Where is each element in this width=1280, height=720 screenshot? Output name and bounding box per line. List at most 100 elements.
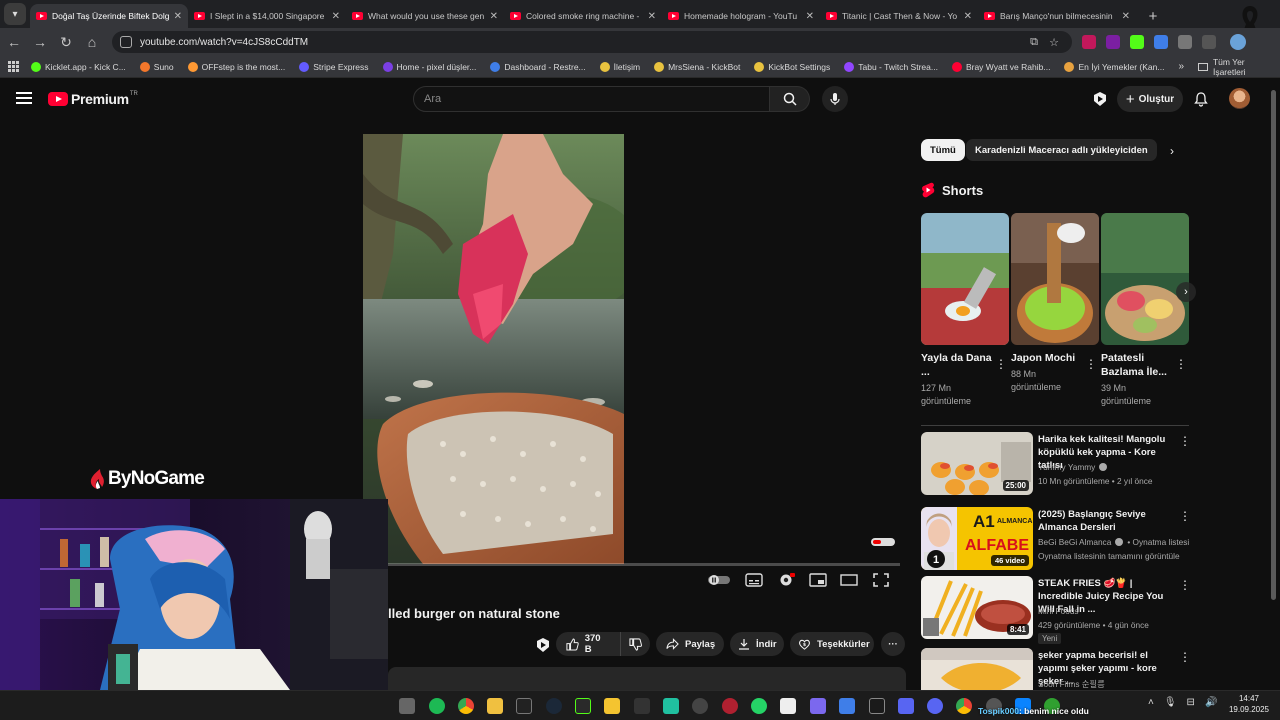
app-icon[interactable] <box>722 698 738 714</box>
bookmark-item[interactable]: Kicklet.app - Kick C... <box>31 61 126 72</box>
reload-icon[interactable]: ↻ <box>54 30 78 54</box>
all-bookmarks-folder[interactable]: Tüm Yer İşaretleri <box>1198 57 1272 77</box>
extension-icon[interactable] <box>1106 35 1120 49</box>
extension-icon[interactable] <box>1130 35 1144 49</box>
premium-badge-icon[interactable] <box>1092 91 1108 107</box>
channel-name[interactable]: Yummy Yammy <box>1038 462 1108 472</box>
app-icon[interactable] <box>839 698 855 714</box>
like-button[interactable]: 370 B <box>556 632 621 656</box>
short-card[interactable]: Patatesli Bazlama İle... 39 Mn görüntüle… <box>1101 213 1189 408</box>
chevron-right-icon[interactable]: › <box>1163 142 1181 160</box>
short-title[interactable]: Japon Mochi <box>1011 351 1083 365</box>
site-info-icon[interactable] <box>120 36 132 48</box>
notifications-bell-icon[interactable] <box>1193 91 1209 107</box>
page-scrollbar[interactable] <box>1271 90 1276 600</box>
video-thumbnail[interactable] <box>921 648 1033 690</box>
file-explorer-icon[interactable] <box>399 698 415 714</box>
view-full-playlist-link[interactable]: Oynatma listesinin tamamını görüntüle <box>1038 551 1180 561</box>
settings-gear-icon[interactable] <box>777 572 795 588</box>
app-icon[interactable] <box>810 698 826 714</box>
taskbar-clock[interactable]: 14:47 19.09.2025 <box>1226 693 1272 715</box>
short-card[interactable]: Japon Mochi 88 Mn görüntüleme ⋮ <box>1011 213 1099 394</box>
tab-close-icon[interactable]: ✕ <box>174 11 182 22</box>
bookmark-item[interactable]: Stripe Express <box>299 61 369 72</box>
recommended-video[interactable]: şeker yapma becerisi! el yapımı şeker ya… <box>921 648 1189 690</box>
video-progress-bar[interactable] <box>388 563 900 566</box>
tab-close-icon[interactable]: ✕ <box>964 11 972 22</box>
tab-search-button[interactable]: ▾ <box>4 3 26 25</box>
account-avatar[interactable] <box>1229 88 1250 109</box>
kebab-menu-icon[interactable]: ⋮ <box>1179 578 1191 592</box>
tab-close-icon[interactable]: ✕ <box>806 11 814 22</box>
home-icon[interactable]: ⌂ <box>80 30 104 54</box>
channel-name[interactable]: BeGi BeGi Almanca • Oynatma listesi <box>1038 537 1189 547</box>
bookmark-item[interactable]: En İyi Yemekler (Kan... <box>1064 61 1164 72</box>
search-button[interactable] <box>770 86 810 112</box>
app-icon[interactable] <box>634 698 650 714</box>
bookmark-item[interactable]: KickBot Settings <box>754 61 830 72</box>
voice-search-button[interactable] <box>822 86 848 112</box>
app-icon[interactable] <box>869 698 885 714</box>
bookmark-star-icon[interactable]: ☆ <box>1044 36 1064 49</box>
bookmark-item[interactable]: OFFstep is the most... <box>187 61 285 72</box>
theater-mode-icon[interactable] <box>840 572 858 588</box>
microphone-icon[interactable]: 🎙 <box>1164 697 1177 708</box>
folder-icon[interactable] <box>487 698 503 714</box>
kick-icon[interactable] <box>575 698 591 714</box>
recommended-playlist[interactable]: A1 ALMANCA ALFABE 1 46 video (2025) Başl… <box>921 507 1191 571</box>
autoplay-toggle-icon[interactable] <box>707 572 731 588</box>
tab-1[interactable]: I Slept in a $14,000 Singapore ✕ <box>188 4 346 28</box>
forward-arrow-icon[interactable]: → <box>28 30 52 54</box>
subtitles-icon[interactable] <box>745 572 763 588</box>
channel-name[interactable]: Soon Films 순필름 <box>1038 678 1105 690</box>
recommended-video[interactable]: 8:41 STEAK FRIES 🥩🍟 | Incredible Juicy R… <box>921 576 1191 644</box>
short-card[interactable]: Yayla da Dana ... 127 Mn görüntüleme ⋮ <box>921 213 1009 408</box>
tab-2[interactable]: What would you use these gen ✕ <box>346 4 504 28</box>
steam-icon[interactable] <box>546 698 562 714</box>
description-box[interactable] <box>388 667 906 691</box>
kebab-menu-icon[interactable]: ⋮ <box>995 357 1007 371</box>
network-icon[interactable]: ⊟ <box>1187 697 1195 708</box>
tab-0[interactable]: Doğal Taş Üzerinde Biftek Dolg ✕ <box>30 4 188 28</box>
app-icon[interactable] <box>604 698 620 714</box>
short-thumbnail[interactable] <box>1101 213 1189 345</box>
search-input[interactable]: Ara <box>413 86 770 112</box>
filter-chip-all[interactable]: Tümü <box>921 139 965 161</box>
hamburger-menu-icon[interactable] <box>16 92 32 104</box>
obs-icon[interactable] <box>692 698 708 714</box>
discord-icon[interactable] <box>927 698 943 714</box>
extension-icon[interactable] <box>1082 35 1096 49</box>
thanks-button[interactable]: $ Teşekkürler <box>790 632 874 656</box>
kebab-menu-icon[interactable]: ⋮ <box>1175 357 1187 371</box>
tab-3[interactable]: Colored smoke ring machine - ✕ <box>504 4 662 28</box>
shorts-next-arrow-icon[interactable]: › <box>1176 282 1196 302</box>
bookmarks-overflow-button[interactable]: » <box>1178 61 1184 72</box>
kebab-menu-icon[interactable]: ⋮ <box>1179 509 1191 523</box>
kebab-menu-icon[interactable]: ⋮ <box>1085 357 1097 371</box>
bookmark-item[interactable]: Bray Wyatt ve Rahib... <box>951 61 1050 72</box>
bookmark-item[interactable]: Suno <box>139 61 174 72</box>
reading-list-icon[interactable] <box>1202 35 1216 49</box>
share-button[interactable]: Paylaş <box>656 632 724 656</box>
short-thumbnail[interactable] <box>1011 213 1099 345</box>
chrome-icon[interactable] <box>458 698 474 714</box>
dislike-button[interactable] <box>621 632 650 656</box>
create-button[interactable]: + Oluştur <box>1117 86 1183 112</box>
bookmark-item[interactable]: İletişim <box>599 61 640 72</box>
bookmark-item[interactable]: Dashboard - Restre... <box>490 61 586 72</box>
bookmark-item[interactable]: Home - pixel düşler... <box>382 61 476 72</box>
new-tab-button[interactable]: + <box>1142 5 1164 27</box>
tab-close-icon[interactable]: ✕ <box>1122 11 1130 22</box>
tab-5[interactable]: Titanic | Cast Then & Now - Yo ✕ <box>820 4 978 28</box>
bookmark-item[interactable]: Tabu - Twitch Strea... <box>844 61 938 72</box>
volume-icon[interactable]: 🔊 <box>1205 697 1217 708</box>
back-arrow-icon[interactable]: ← <box>2 30 26 54</box>
tab-close-icon[interactable]: ✕ <box>648 11 656 22</box>
tab-4[interactable]: Homemade hologram - YouTu ✕ <box>662 4 820 28</box>
tab-6[interactable]: Barış Manço'nun bilmecesinin ✕ <box>978 4 1136 28</box>
tab-close-icon[interactable]: ✕ <box>332 11 340 22</box>
video-thumbnail[interactable]: 25:00 <box>921 432 1033 495</box>
fullscreen-icon[interactable] <box>872 572 890 588</box>
video-thumbnail[interactable]: 8:41 <box>921 576 1033 639</box>
playlist-thumbnail[interactable]: A1 ALMANCA ALFABE 1 46 video <box>921 507 1033 570</box>
